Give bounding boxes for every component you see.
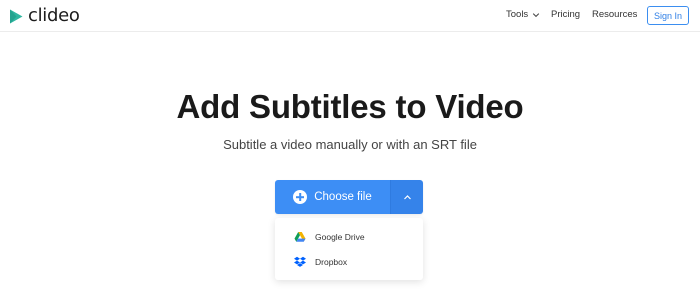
dropbox-icon — [294, 256, 306, 267]
chevron-up-icon — [403, 194, 411, 199]
page-subtitle: Subtitle a video manually or with an SRT… — [223, 137, 477, 152]
play-logo-icon — [10, 9, 23, 23]
choose-file-button[interactable]: Choose file — [275, 180, 391, 214]
nav-tools-label: Tools — [506, 9, 529, 20]
choose-file-label: Choose file — [314, 191, 372, 203]
plus-circle-icon — [293, 190, 308, 204]
upload-options-toggle[interactable] — [391, 180, 423, 214]
nav-tools[interactable]: Tools — [506, 8, 540, 22]
page: clideo Tools Pricing Resources Sign In A… — [0, 0, 700, 293]
menu-item-google-drive[interactable]: Google Drive — [275, 226, 423, 248]
nav-pricing[interactable]: Pricing — [551, 8, 580, 22]
top-header: clideo Tools Pricing Resources Sign In — [0, 0, 700, 32]
menu-item-label: Dropbox — [315, 257, 348, 267]
nav-resources[interactable]: Resources — [592, 8, 637, 22]
chevron-down-icon — [533, 13, 540, 18]
brand-name: clideo — [28, 5, 80, 26]
page-title: Add Subtitles to Video — [176, 88, 524, 125]
upload-source-menu: Google Drive Dropbox — [275, 218, 423, 280]
upload-control: Choose file — [275, 180, 423, 214]
menu-item-label: Google Drive — [315, 232, 365, 242]
clideo-logo[interactable]: clideo — [8, 5, 80, 27]
google-drive-icon — [294, 232, 306, 242]
sign-in-button[interactable]: Sign In — [647, 6, 689, 25]
menu-item-dropbox[interactable]: Dropbox — [275, 251, 423, 273]
